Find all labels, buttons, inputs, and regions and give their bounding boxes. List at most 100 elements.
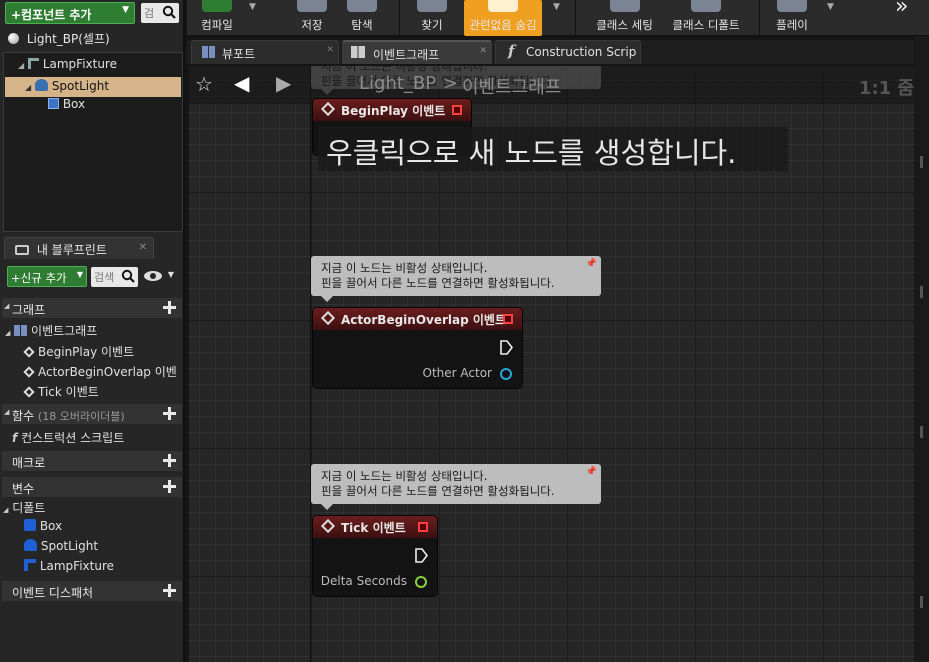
tab-viewport[interactable]: 뷰포트 ✕ bbox=[191, 40, 339, 64]
section-functions[interactable]: ◢ 함수 (18 오버라이더블) bbox=[2, 404, 182, 424]
node-header[interactable]: Tick 이벤트 bbox=[313, 516, 437, 538]
pin-comment-icon[interactable]: 📌 bbox=[586, 257, 597, 272]
book-icon bbox=[15, 245, 29, 255]
document-tabs: 뷰포트 ✕ 이벤트그래프 ✕ f Construction Scrip bbox=[187, 40, 929, 64]
panel-splitter[interactable] bbox=[920, 596, 923, 608]
node-tick[interactable]: Tick 이벤트 Delta Seconds bbox=[313, 516, 437, 596]
section-graphs[interactable]: ◢ 그래프 bbox=[2, 298, 182, 318]
component-search-box[interactable]: 검 bbox=[141, 3, 179, 23]
object-pin-icon[interactable] bbox=[500, 368, 512, 380]
breadcrumb-separator: > bbox=[443, 73, 459, 94]
box-icon bbox=[48, 98, 59, 109]
sphere-icon bbox=[8, 33, 19, 44]
section-label: 이벤트 디스패처 bbox=[12, 586, 94, 600]
tab-label: 뷰포트 bbox=[222, 47, 256, 61]
close-icon[interactable]: ✕ bbox=[479, 46, 487, 56]
node-actor-begin-overlap[interactable]: ActorBeginOverlap 이벤트 Other Actor bbox=[313, 308, 522, 388]
new-add-label: +신규 추가 bbox=[11, 271, 67, 285]
find-button[interactable]: 찾기 bbox=[402, 0, 462, 36]
chevron-down-icon: ▼ bbox=[122, 5, 129, 15]
event-diamond-icon bbox=[320, 518, 336, 534]
tree-item-box[interactable]: Box bbox=[48, 97, 85, 111]
compile-button[interactable]: 컴파일 bbox=[187, 0, 247, 36]
add-graph-icon[interactable] bbox=[163, 301, 176, 314]
section-event-dispatchers[interactable]: 이벤트 디스패처 bbox=[2, 581, 182, 601]
forward-arrow-icon[interactable]: ▶ bbox=[276, 71, 291, 95]
view-options-button[interactable]: ▼ bbox=[143, 269, 175, 285]
section-macros[interactable]: 매크로 bbox=[2, 451, 182, 471]
browse-button[interactable]: 탐색 bbox=[332, 0, 392, 36]
delegate-pin-icon[interactable] bbox=[418, 522, 428, 532]
node-title: Tick 이벤트 bbox=[341, 521, 406, 535]
tab-construction-script[interactable]: f Construction Scrip bbox=[495, 40, 641, 64]
delegate-pin-icon[interactable] bbox=[452, 105, 462, 115]
breadcrumb-current[interactable]: 이벤트그래프 bbox=[462, 73, 561, 99]
close-icon[interactable]: ✕ bbox=[326, 45, 334, 55]
default-item-box[interactable]: Box bbox=[24, 519, 62, 533]
new-add-button[interactable]: +신규 추가 ▼ bbox=[7, 266, 87, 287]
event-graph-item[interactable]: ◢ 이벤트그래프 bbox=[5, 322, 97, 339]
tab-event-graph[interactable]: 이벤트그래프 ✕ bbox=[342, 40, 492, 64]
panel-splitter[interactable] bbox=[920, 426, 923, 438]
collapse-arrow-icon: ◢ bbox=[5, 329, 11, 337]
event-graph-canvas[interactable]: 지금 이 노드는 비활성 상태입니다. 핀을 끌어서 다른 노드를 연결하면 활… bbox=[189, 66, 914, 662]
chevron-down-icon[interactable]: ▼ bbox=[249, 2, 261, 14]
tree-item-lampfixture[interactable]: ◢ LampFixture bbox=[18, 57, 117, 71]
toolbar-label: 플레이 bbox=[776, 18, 808, 32]
add-function-icon[interactable] bbox=[163, 407, 176, 420]
eye-icon bbox=[144, 271, 162, 281]
float-pin-icon[interactable] bbox=[415, 576, 427, 588]
my-blueprint-tab[interactable]: 내 블루프린트 ✕ bbox=[4, 237, 154, 259]
exec-output-pin-icon[interactable] bbox=[500, 340, 513, 355]
class-defaults-button[interactable]: 클래스 디폴트 bbox=[665, 0, 747, 36]
toolbar-label: 클래스 디폴트 bbox=[672, 18, 740, 32]
toolbar-overflow-button[interactable]: » bbox=[895, 0, 908, 19]
tree-item-spotlight[interactable]: ◢ SpotLight bbox=[5, 77, 181, 97]
play-button[interactable]: 플레이 bbox=[762, 0, 822, 36]
hide-unrelated-button[interactable]: 관련없음 숨김 bbox=[464, 0, 542, 36]
graph-item-actorbeginoverlap[interactable]: ActorBeginOverlap 이벤 bbox=[23, 363, 177, 380]
default-item-spotlight[interactable]: SpotLight bbox=[24, 539, 98, 553]
collapse-arrow-icon: ◢ bbox=[4, 302, 10, 310]
panel-splitter[interactable] bbox=[920, 156, 923, 168]
node-comment-bubble: 지금 이 노드는 비활성 상태입니다. 핀을 끌어서 다른 노드를 연결하면 활… bbox=[311, 464, 601, 510]
close-icon[interactable]: ✕ bbox=[139, 242, 147, 253]
node-header[interactable]: BeginPlay 이벤트 bbox=[313, 99, 471, 121]
graph-item-tick[interactable]: Tick 이벤트 bbox=[23, 383, 99, 400]
default-item-lampfixture[interactable]: LampFixture bbox=[24, 559, 114, 573]
graph-item-beginplay[interactable]: BeginPlay 이벤트 bbox=[23, 343, 135, 360]
construction-script-item[interactable]: f 컨스트럭션 스크립트 bbox=[12, 429, 124, 446]
delegate-pin-icon[interactable] bbox=[503, 314, 513, 324]
pin-comment-icon[interactable]: 📌 bbox=[586, 465, 597, 480]
tree-item-label: SpotLight bbox=[51, 79, 110, 93]
spotlight-icon bbox=[34, 79, 48, 91]
node-header[interactable]: ActorBeginOverlap 이벤트 bbox=[313, 308, 522, 330]
toolbar-label: 클래스 세팅 bbox=[596, 18, 653, 32]
panel-splitter[interactable] bbox=[920, 286, 923, 298]
graph-breadcrumb-bar: ☆ ◀ ▶ Light_BP > 이벤트그래프 1:1 줌 bbox=[189, 66, 914, 104]
components-root-item[interactable]: Light_BP(셀프) bbox=[0, 28, 183, 48]
breadcrumb-root[interactable]: Light_BP bbox=[359, 73, 436, 94]
add-event-dispatcher-icon[interactable] bbox=[163, 584, 176, 597]
defaults-header[interactable]: ◢ 디폴트 bbox=[3, 499, 45, 516]
pin-label: Delta Seconds bbox=[320, 574, 407, 588]
back-arrow-icon[interactable]: ◀ bbox=[234, 71, 249, 95]
favorite-star-icon[interactable]: ☆ bbox=[195, 72, 213, 96]
add-variable-icon[interactable] bbox=[163, 480, 176, 493]
exec-output-pin-icon[interactable] bbox=[415, 548, 428, 563]
graph-item-label: BeginPlay 이벤트 bbox=[38, 345, 135, 359]
root-item-label: Light_BP(셀프) bbox=[26, 32, 110, 46]
toolbar-label: 컴파일 bbox=[201, 18, 233, 32]
add-macro-icon[interactable] bbox=[163, 454, 176, 467]
section-variables[interactable]: 변수 bbox=[2, 477, 182, 497]
section-label: 매크로 bbox=[12, 456, 46, 470]
bubble-line: 핀을 끌어서 다른 노드를 연결하면 활성화됩니다. bbox=[321, 276, 555, 290]
class-settings-button[interactable]: 클래스 세팅 bbox=[587, 0, 662, 36]
add-component-button[interactable]: +컴포넌트 추가 ▼ bbox=[5, 2, 135, 24]
event-graph-icon bbox=[14, 325, 28, 336]
save-icon bbox=[297, 0, 327, 12]
blueprint-search-input[interactable]: 검색 bbox=[91, 267, 138, 287]
chevron-down-icon[interactable]: ▼ bbox=[553, 2, 565, 14]
tab-label: 이벤트그래프 bbox=[373, 48, 440, 62]
chevron-down-icon[interactable]: ▼ bbox=[827, 2, 839, 14]
